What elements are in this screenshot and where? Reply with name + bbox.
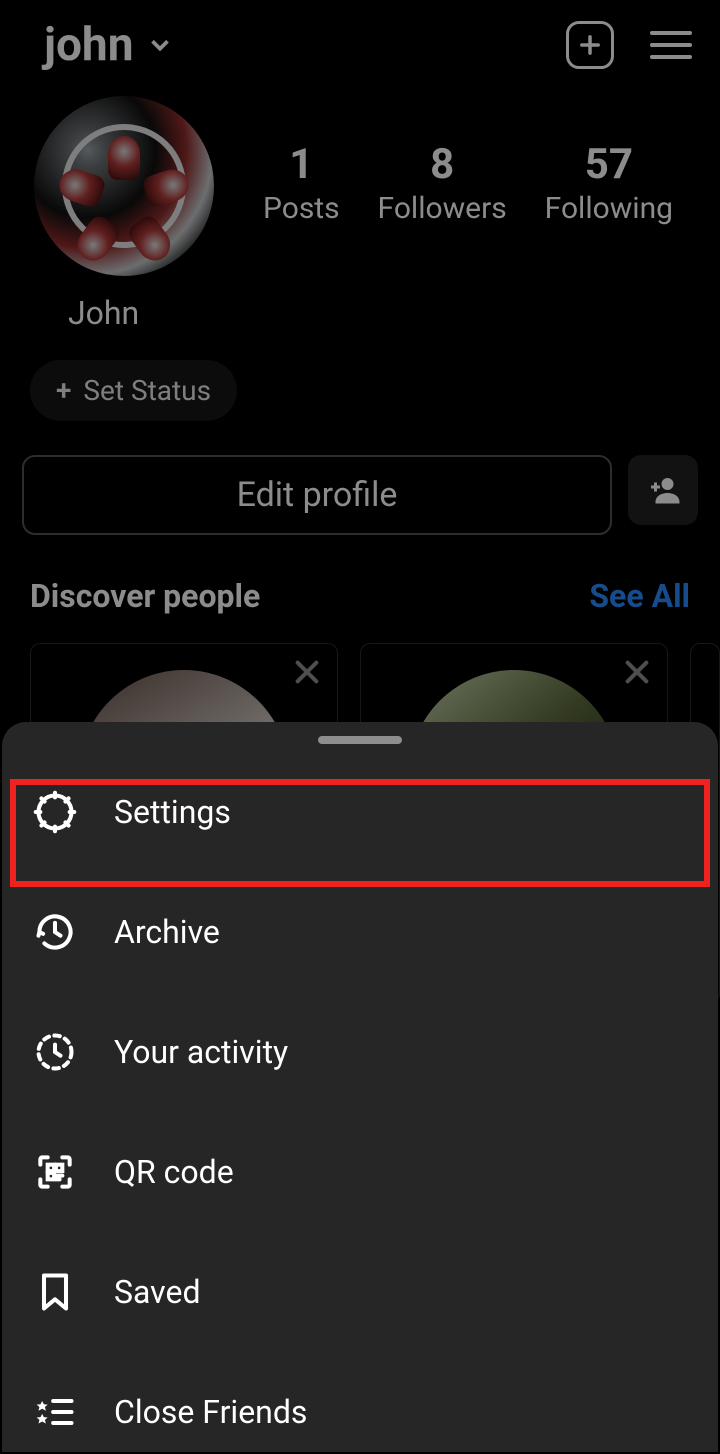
star-list-icon <box>33 1390 77 1434</box>
followers-count: 8 <box>378 140 507 189</box>
sheet-item-label: Your activity <box>114 1033 288 1071</box>
account-switcher[interactable]: john <box>44 18 175 72</box>
following-count: 57 <box>545 140 673 189</box>
display-name: John <box>68 294 720 332</box>
activity-icon <box>33 1030 77 1074</box>
sheet-item-settings[interactable]: Settings <box>2 752 718 872</box>
gear-icon <box>33 790 77 834</box>
sheet-item-label: Close Friends <box>114 1393 307 1431</box>
following-label: Following <box>545 191 673 226</box>
plus-small-icon: + <box>56 374 71 407</box>
profile-header: john <box>0 0 720 90</box>
edit-profile-button[interactable]: Edit profile <box>22 455 612 535</box>
dismiss-button[interactable] <box>291 656 323 692</box>
close-icon <box>621 656 653 688</box>
followers-label: Followers <box>378 191 507 226</box>
menu-button[interactable] <box>650 31 692 59</box>
posts-count: 1 <box>263 140 340 189</box>
sheet-item-saved[interactable]: Saved <box>2 1232 718 1352</box>
see-all-link[interactable]: See All <box>589 577 690 615</box>
posts-label: Posts <box>263 191 340 226</box>
create-button[interactable] <box>566 21 614 69</box>
set-status-label: Set Status <box>83 374 211 407</box>
sheet-item-label: Archive <box>114 913 220 951</box>
sheet-item-label: Settings <box>114 793 231 831</box>
add-person-icon <box>645 472 681 508</box>
bookmark-icon <box>33 1270 77 1314</box>
sheet-item-close-friends[interactable]: Close Friends <box>2 1352 718 1452</box>
discover-label: Discover people <box>30 577 260 615</box>
qr-icon <box>33 1150 77 1194</box>
avatar[interactable] <box>34 96 214 276</box>
sheet-item-label: Saved <box>114 1273 200 1311</box>
sheet-item-qr-code[interactable]: QR code <box>2 1112 718 1232</box>
profile-summary: 1 Posts 8 Followers 57 Following <box>0 90 720 276</box>
plus-icon <box>576 31 604 59</box>
clock-history-icon <box>33 910 77 954</box>
set-status-button[interactable]: + Set Status <box>30 360 237 421</box>
stats-followers[interactable]: 8 Followers <box>378 140 507 226</box>
stats-posts[interactable]: 1 Posts <box>263 140 340 226</box>
username: john <box>44 18 133 72</box>
chevron-down-icon <box>145 30 175 60</box>
dismiss-button[interactable] <box>621 656 653 692</box>
close-icon <box>291 656 323 688</box>
sheet-item-activity[interactable]: Your activity <box>2 992 718 1112</box>
action-sheet: Settings Archive Your activity <box>2 722 718 1452</box>
discover-people-button[interactable] <box>628 455 698 525</box>
edit-profile-label: Edit profile <box>237 475 398 515</box>
sheet-item-archive[interactable]: Archive <box>2 872 718 992</box>
sheet-grabber[interactable] <box>318 736 402 744</box>
sheet-item-label: QR code <box>114 1153 234 1191</box>
stats-following[interactable]: 57 Following <box>545 140 673 226</box>
